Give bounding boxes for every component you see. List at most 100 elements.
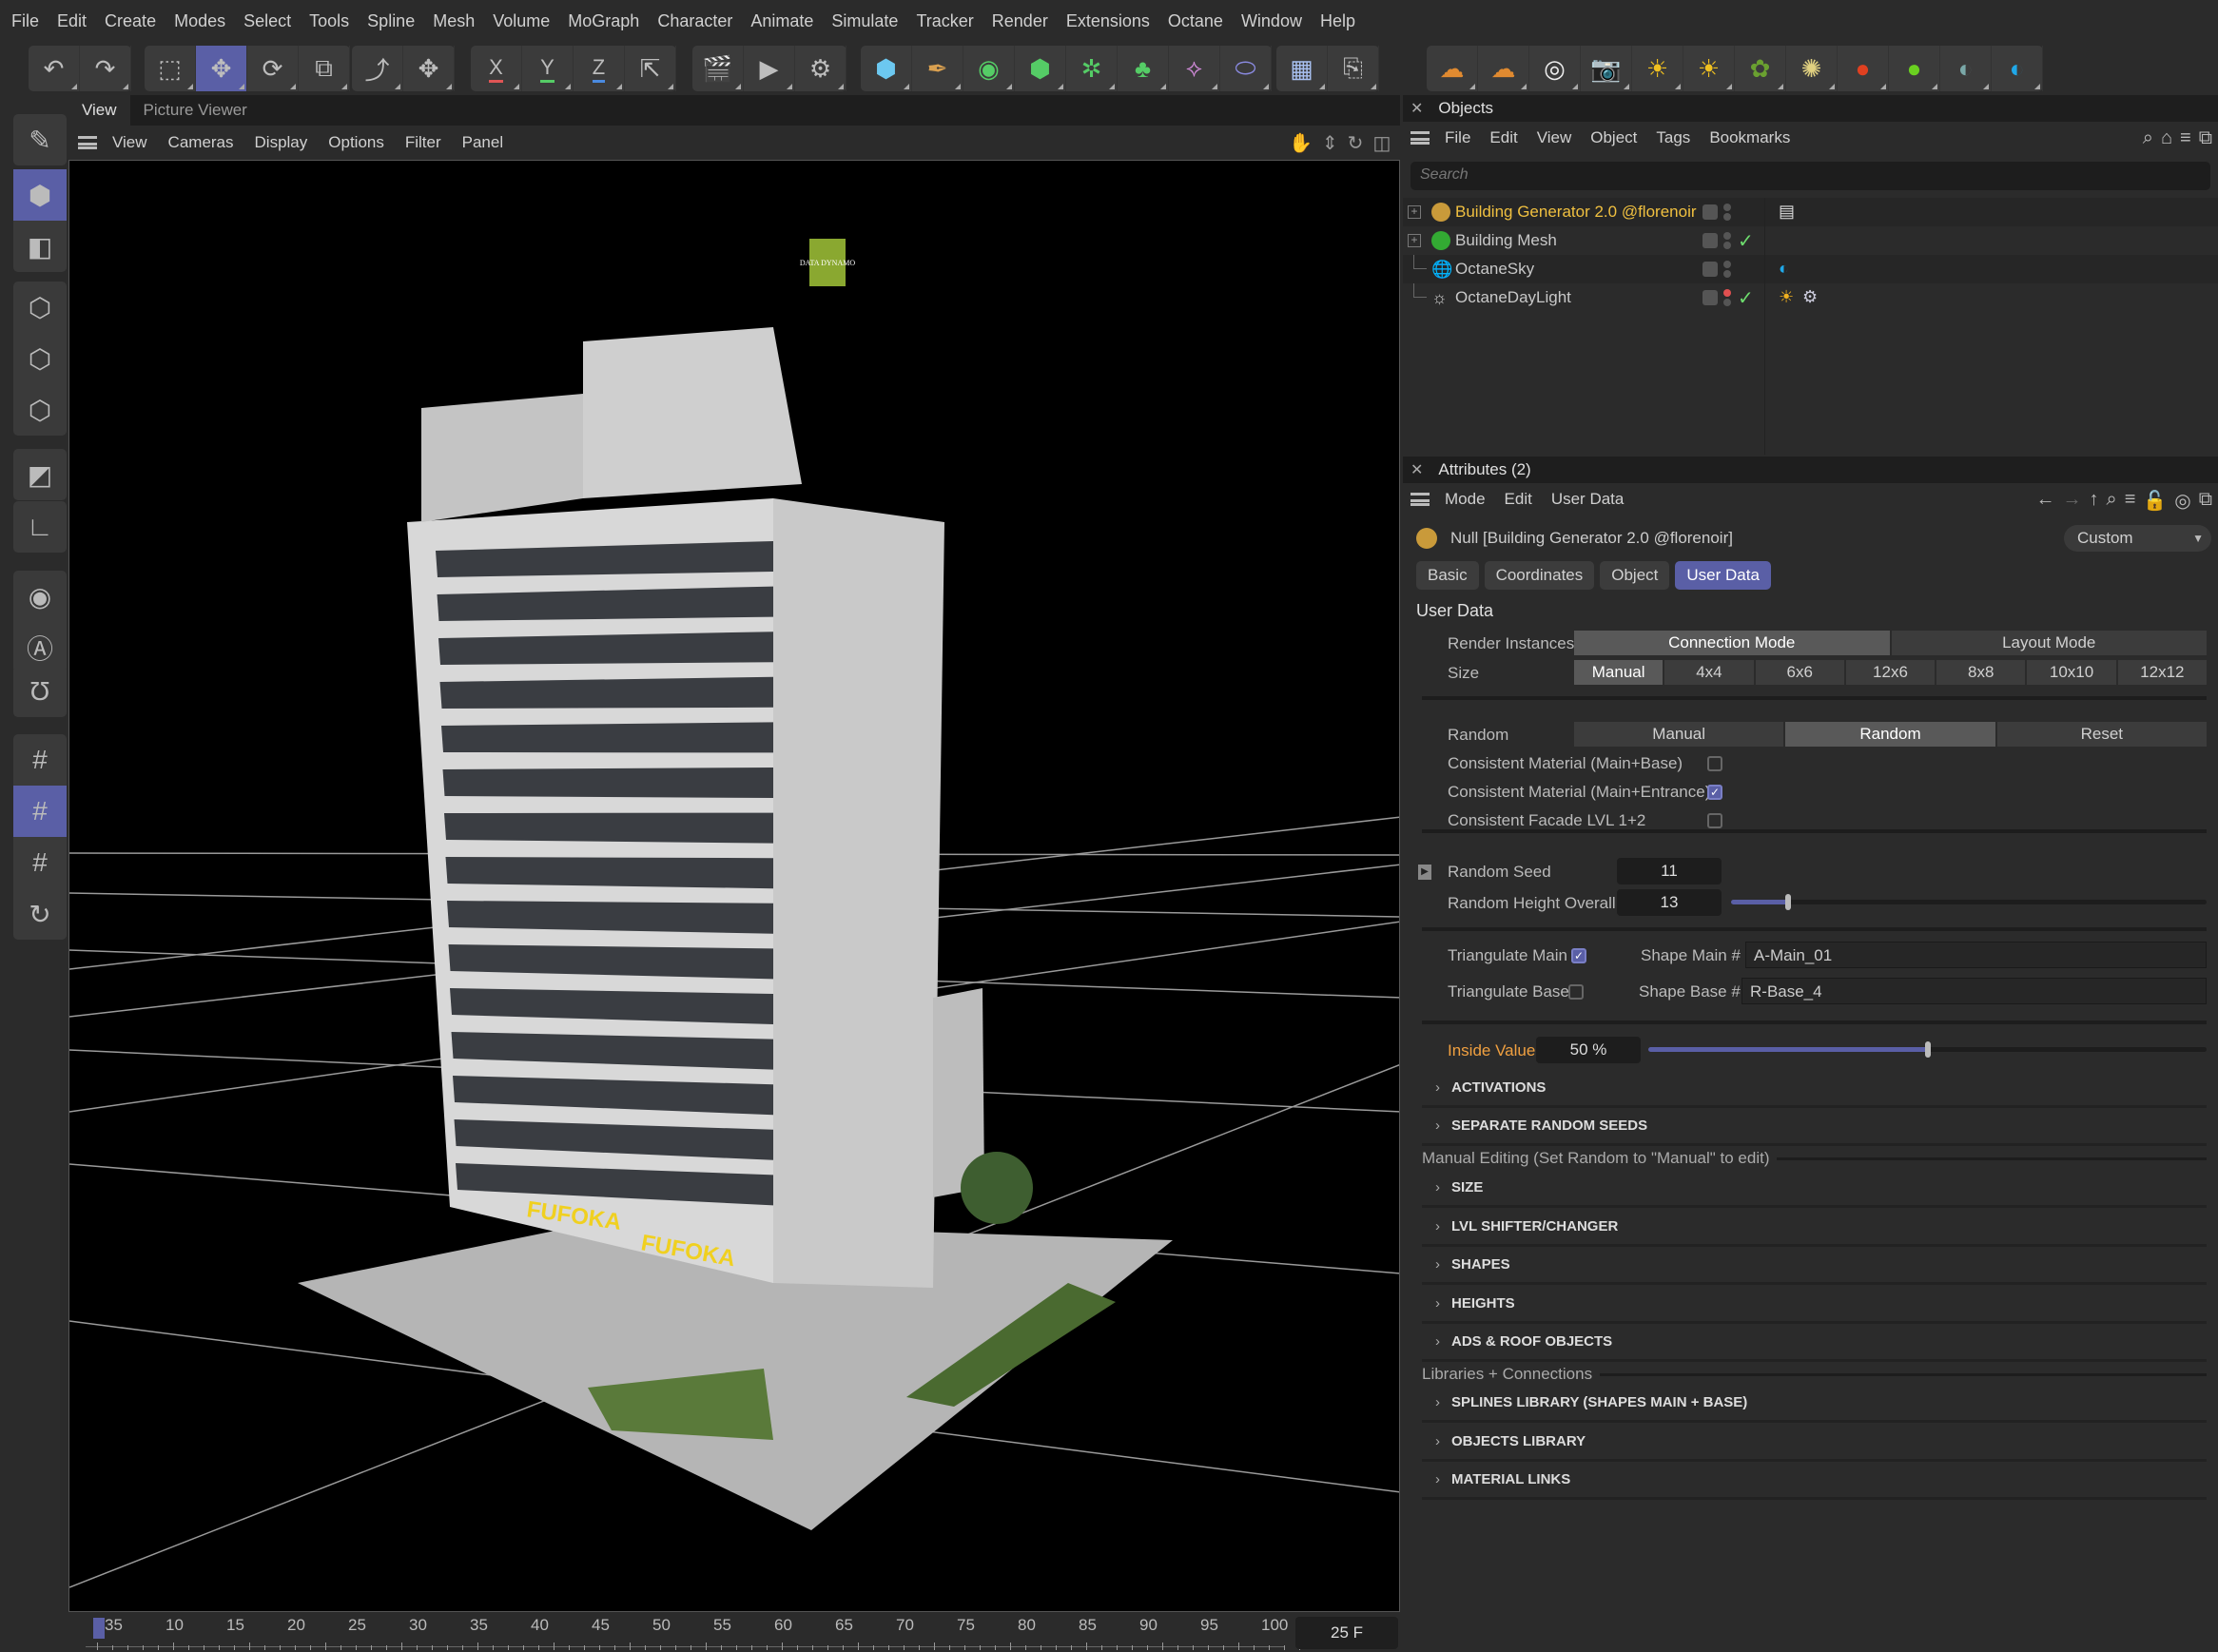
octane-live-viewer-button[interactable]: ● — [1889, 46, 1940, 91]
menu-window[interactable]: Window — [1241, 11, 1302, 31]
menu-render[interactable]: Render — [992, 11, 1048, 31]
undo-button[interactable]: ↶ — [29, 46, 80, 91]
tab-object[interactable]: Object — [1600, 561, 1670, 590]
new-window-icon[interactable]: ⧉ — [2199, 489, 2212, 513]
expand-icon[interactable]: + — [1408, 205, 1421, 219]
workplane-auto-button[interactable]: # — [13, 837, 67, 888]
editor-visibility-dot[interactable] — [1723, 232, 1731, 240]
objects-menu-object[interactable]: Object — [1590, 128, 1637, 147]
size-option[interactable]: 10x10 — [2027, 660, 2116, 685]
shape-main-field[interactable]: A-Main_01 — [1745, 942, 2207, 968]
menu-mesh[interactable]: Mesh — [433, 11, 475, 31]
annotation-tag-icon[interactable]: ▤ — [1779, 202, 1795, 222]
collapsible-group[interactable]: › OBJECTS LIBRARY — [1422, 1424, 2207, 1462]
render-visibility-dot[interactable] — [1723, 242, 1731, 249]
edit-layer-icon[interactable] — [1702, 233, 1718, 248]
collapsible-group[interactable]: › SEPARATE RANDOM SEEDS — [1422, 1108, 2207, 1146]
enabled-check-icon[interactable]: ✓ — [1738, 229, 1754, 253]
object-row[interactable]: 🌐 OctaneSky — [1403, 255, 2218, 283]
extrude-button[interactable]: ⬢ — [1015, 46, 1066, 91]
menu-help[interactable]: Help — [1320, 11, 1355, 31]
editor-visibility-dot[interactable] — [1723, 289, 1731, 297]
locked-workplane-button[interactable]: # — [13, 786, 67, 837]
subdivision-button[interactable]: ◉ — [963, 46, 1015, 91]
viewport-menu-filter[interactable]: Filter — [405, 133, 441, 152]
expand-icon[interactable]: + — [1408, 234, 1421, 247]
random-option[interactable]: Manual — [1574, 722, 1784, 747]
pan-hand-icon[interactable]: ✋ — [1289, 131, 1313, 155]
consistency-checkbox[interactable]: ✓ — [1707, 785, 1722, 800]
collapsible-group[interactable]: › LVL SHIFTER/CHANGER — [1422, 1209, 2207, 1247]
move-button[interactable]: ✥ — [196, 46, 247, 91]
octane-light-tag-icon[interactable]: ☀ — [1779, 287, 1794, 307]
tab-coordinates[interactable]: Coordinates — [1484, 561, 1595, 590]
viewport-menu-options[interactable]: Options — [328, 133, 384, 152]
octane-camera-button[interactable]: 📷 — [1581, 46, 1632, 91]
move-alt-button[interactable]: ✥ — [403, 46, 455, 91]
tab-view[interactable]: View — [68, 95, 130, 126]
sun-button[interactable]: ☀ — [1632, 46, 1683, 91]
orbit-icon[interactable]: ↻ — [1348, 131, 1364, 155]
attributes-menu-user-data[interactable]: User Data — [1551, 490, 1625, 509]
filter-icon[interactable]: ≡ — [2180, 127, 2191, 149]
close-icon[interactable]: ✕ — [1411, 460, 1423, 479]
edit-layer-icon[interactable] — [1702, 204, 1718, 220]
render-visibility-dot[interactable] — [1723, 213, 1731, 221]
render-to-picture-viewer-button[interactable]: ▶ — [744, 46, 795, 91]
collapsible-group[interactable]: › SPLINES LIBRARY (SHAPES MAIN + BASE) — [1422, 1385, 2207, 1423]
menu-simulate[interactable]: Simulate — [831, 11, 898, 31]
dolly-icon[interactable]: ⇕ — [1322, 131, 1338, 155]
rotate-button[interactable]: ⟳ — [247, 46, 299, 91]
slider-knob[interactable] — [1785, 894, 1791, 910]
collapsible-group[interactable]: › SIZE — [1422, 1170, 2207, 1208]
random-height-field[interactable]: 13 — [1617, 889, 1722, 916]
target-button[interactable]: ◎ — [1529, 46, 1581, 91]
objects-menu-edit[interactable]: Edit — [1489, 128, 1517, 147]
lock-icon[interactable]: 🔓 — [2143, 489, 2167, 513]
consistency-checkbox[interactable] — [1707, 756, 1722, 771]
snap-button[interactable]: Ʊ — [13, 666, 67, 717]
playhead[interactable] — [93, 1618, 105, 1639]
points-mode-button[interactable]: ⬡ — [13, 282, 67, 333]
field-button[interactable]: ⬭ — [1220, 46, 1272, 91]
render-instances-option[interactable]: Layout Mode — [1891, 631, 2207, 655]
camera-st-button[interactable]: ⎘ — [1328, 46, 1379, 91]
random-option[interactable]: Reset — [1996, 722, 2207, 747]
inside-value-field[interactable]: 50 % — [1536, 1037, 1641, 1063]
menu-file[interactable]: File — [11, 11, 39, 31]
objects-menu-bookmarks[interactable]: Bookmarks — [1709, 128, 1790, 147]
random-option[interactable]: Random — [1785, 722, 1995, 747]
render-instances-option[interactable]: Connection Mode — [1574, 631, 1890, 655]
redo-button[interactable]: ↷ — [80, 46, 131, 91]
search-icon[interactable]: ⌕ — [2143, 127, 2153, 149]
pen-spline-button[interactable]: ✒ — [912, 46, 963, 91]
objects-menu-file[interactable]: File — [1445, 128, 1470, 147]
live-selection-button[interactable]: ⬚ — [145, 46, 196, 91]
collapsible-group[interactable]: › ACTIVATIONS — [1422, 1070, 2207, 1108]
menu-extensions[interactable]: Extensions — [1066, 11, 1150, 31]
search-icon[interactable]: ⌕ — [2106, 489, 2116, 513]
model-mode-button[interactable]: ⬢ — [13, 169, 67, 221]
tab-basic[interactable]: Basic — [1416, 561, 1479, 590]
viewport-menu-cameras[interactable]: Cameras — [168, 133, 234, 152]
octane-texture-env-button[interactable]: ◐ — [1940, 46, 1992, 91]
objects-menu-tags[interactable]: Tags — [1656, 128, 1690, 147]
collapsible-group[interactable]: › SHAPES — [1422, 1247, 2207, 1285]
axis-mode-button[interactable]: ∟ — [13, 501, 67, 553]
floor-button[interactable]: ▦ — [1276, 46, 1328, 91]
back-arrow-icon[interactable]: ← — [2035, 489, 2054, 513]
menu-character[interactable]: Character — [657, 11, 732, 31]
octane-render-button[interactable]: ● — [1838, 46, 1889, 91]
polygons-mode-button[interactable]: ⬡ — [13, 384, 67, 436]
enabled-check-icon[interactable]: ✓ — [1738, 286, 1754, 310]
menu-mograph[interactable]: MoGraph — [568, 11, 639, 31]
viewport-menu-display[interactable]: Display — [255, 133, 308, 152]
timeline-ruler[interactable]: 35 10 15 20 25 30 35 40 45 50 55 60 65 70 75 80 85 90 95 10… — [68, 1612, 1400, 1652]
mode-select[interactable]: Custom ▼ — [2064, 525, 2211, 552]
object-row[interactable]: + Building Mesh ✓ — [1403, 226, 2218, 255]
toggle-layout-icon[interactable]: ◫ — [1372, 131, 1391, 155]
tab-user-data[interactable]: User Data — [1675, 561, 1771, 590]
edit-layer-icon[interactable] — [1702, 290, 1718, 305]
scale-button[interactable]: ⧉ — [299, 46, 350, 91]
octane-object-tag-icon[interactable]: ⚙ — [1802, 287, 1818, 307]
